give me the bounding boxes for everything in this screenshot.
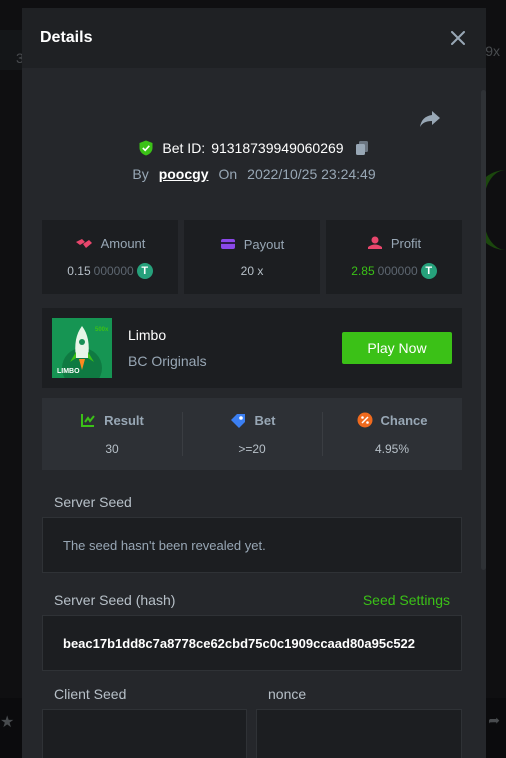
by-label: By (132, 166, 149, 182)
percent-icon (357, 412, 373, 428)
usdt-coin-icon: T (136, 262, 153, 279)
server-seed-hash-label: Server Seed (hash) (54, 592, 176, 608)
nonce-label: nonce (268, 686, 307, 702)
seed-settings-link[interactable]: Seed Settings (363, 592, 450, 608)
modal-header: Details (22, 8, 486, 68)
bet-id-row: Bet ID: 91318739949060269 (22, 140, 486, 156)
copy-icon[interactable] (354, 140, 370, 156)
profit-icon (367, 236, 382, 249)
nonce-field[interactable] (256, 709, 462, 758)
game-provider: BC Originals (128, 353, 207, 369)
payout-icon (220, 239, 235, 249)
verified-shield-icon (139, 140, 153, 156)
username-link[interactable]: poocgy (159, 166, 209, 182)
server-seed-hash-field[interactable]: beac17b1dd8c7a8778ce62cbd75c0c1909ccaad8… (42, 615, 462, 671)
profit-label: Profit (390, 235, 422, 251)
client-seed-label: Client Seed (54, 686, 127, 702)
server-seed-field[interactable]: The seed hasn't been revealed yet. (42, 517, 462, 573)
bet-tag-icon (230, 414, 245, 428)
on-label: On (218, 166, 238, 182)
amount-icon (75, 239, 92, 248)
modal-title: Details (40, 29, 93, 46)
amount-value: 0.15 (67, 263, 91, 278)
game-thumbnail[interactable]: 500x LIMBO (52, 318, 112, 378)
amount-card: Amount 0.15 000000 T (42, 220, 178, 294)
profit-value: 2.85 (351, 263, 375, 278)
scrollbar[interactable] (481, 90, 486, 570)
result-label: Result (104, 412, 144, 428)
close-button[interactable] (448, 28, 468, 48)
game-card: 500x LIMBO Limbo BC Originals Play Now (42, 308, 462, 388)
server-seed-label: Server Seed (54, 494, 132, 510)
bet-id-label: Bet ID: (162, 140, 206, 156)
chance-value: 4.95% (374, 442, 410, 456)
server-seed-value: The seed hasn't been revealed yet. (63, 537, 266, 553)
client-seed-field[interactable] (42, 709, 247, 758)
details-modal: Details Bet ID: 91318739949060269 By poo… (22, 8, 486, 758)
close-icon (451, 31, 465, 45)
result-stats: Result 30 Bet >=20 Chance 4.95% (42, 398, 462, 470)
usdt-coin-icon: T (420, 262, 437, 279)
bet-stat: Bet >=20 (182, 398, 322, 470)
play-now-button[interactable]: Play Now (342, 332, 452, 364)
payout-card: Payout 20 x (184, 220, 320, 294)
profit-value-trailing: 000000 (377, 263, 418, 278)
result-icon (81, 414, 95, 427)
bet-label: Bet (254, 412, 276, 428)
bet-value: >=20 (238, 442, 266, 456)
payout-value: 20 x (240, 263, 264, 278)
profit-card: Profit 2.85 000000 T (326, 220, 462, 294)
result-stat: Result 30 (42, 398, 182, 470)
bet-id-value: 91318739949060269 (211, 140, 344, 156)
bet-date: 2022/10/25 23:24:49 (247, 166, 376, 182)
modal-body: Bet ID: 91318739949060269 By poocgy On 2… (22, 68, 486, 758)
result-value: 30 (105, 442, 119, 456)
game-name: Limbo (128, 327, 167, 343)
payout-label: Payout (243, 236, 285, 252)
thumb-text: LIMBO (57, 368, 80, 375)
bet-stats: Amount 0.15 000000 T Payout 20 x Profit … (42, 220, 462, 294)
amount-value-trailing: 000000 (93, 263, 134, 278)
rocket-icon: 500x LIMBO (52, 318, 112, 378)
server-seed-hash-value: beac17b1dd8c7a8778ce62cbd75c0c1909ccaad8… (63, 635, 416, 651)
thumb-badge: 500x (95, 327, 109, 333)
chance-label: Chance (380, 412, 428, 428)
share-icon[interactable] (418, 109, 442, 129)
bet-author-row: By poocgy On 2022/10/25 23:24:49 (22, 166, 486, 182)
amount-label: Amount (100, 235, 146, 251)
chance-stat: Chance 4.95% (322, 398, 462, 470)
